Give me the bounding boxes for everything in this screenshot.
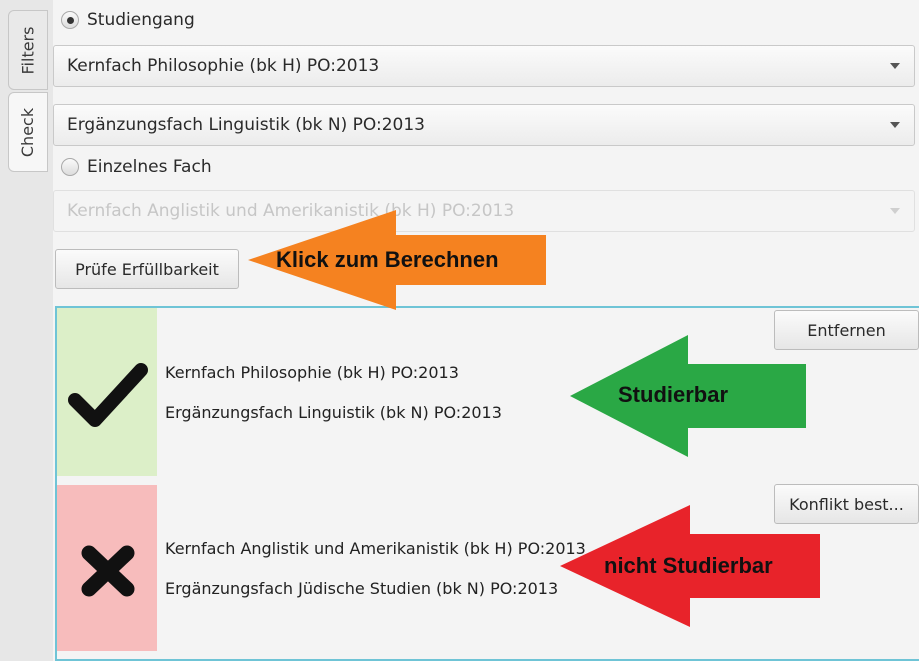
- annotation-click-label: Klick zum Berechnen: [276, 247, 499, 272]
- result-2-line-2: Ergänzungsfach Jüdische Studien (bk N) P…: [165, 579, 559, 598]
- result-status-conflict: [57, 485, 157, 651]
- radio-studiengang-row[interactable]: Studiengang: [61, 10, 195, 30]
- tab-check[interactable]: Check: [8, 92, 48, 172]
- tab-filters-label: Filters: [18, 26, 38, 74]
- checkmark-icon: [68, 363, 148, 427]
- studiengang-combo-2-value: Ergänzungsfach Linguistik (bk N) PO:2013: [67, 115, 425, 135]
- radio-einzelnes-fach[interactable]: [61, 158, 79, 176]
- chevron-down-icon[interactable]: [890, 122, 900, 128]
- result-status-ok: [57, 308, 157, 476]
- vertical-tab-strip: Filters Check: [0, 0, 53, 661]
- cross-icon: [81, 545, 135, 597]
- check-feasibility-button[interactable]: Prüfe Erfüllbarkeit: [55, 249, 239, 289]
- radio-einzelnes-fach-label: Einzelnes Fach: [87, 157, 212, 177]
- studiengang-combo-1[interactable]: Kernfach Philosophie (bk H) PO:2013: [53, 45, 915, 87]
- check-feasibility-label: Prüfe Erfüllbarkeit: [75, 259, 219, 279]
- chevron-down-icon[interactable]: [890, 63, 900, 69]
- result-2-line-1: Kernfach Anglistik und Amerikanistik (bk…: [165, 539, 586, 558]
- result-1-line-2: Ergänzungsfach Linguistik (bk N) PO:2013: [165, 403, 502, 422]
- chevron-down-icon: [890, 208, 900, 214]
- tab-filters[interactable]: Filters: [8, 10, 48, 90]
- studiengang-combo-2[interactable]: Ergänzungsfach Linguistik (bk N) PO:2013: [53, 104, 915, 146]
- tab-check-label: Check: [18, 107, 38, 157]
- radio-studiengang[interactable]: [61, 11, 79, 29]
- remove-button-label: Entfernen: [807, 320, 886, 340]
- result-1-line-1: Kernfach Philosophie (bk H) PO:2013: [165, 363, 459, 382]
- studiengang-combo-1-value: Kernfach Philosophie (bk H) PO:2013: [67, 56, 380, 76]
- radio-einzelnes-fach-row[interactable]: Einzelnes Fach: [61, 157, 212, 177]
- radio-studiengang-label: Studiengang: [87, 10, 195, 30]
- annotation-bad-label: nicht Studierbar: [604, 553, 773, 578]
- annotation-ok-label: Studierbar: [618, 382, 729, 407]
